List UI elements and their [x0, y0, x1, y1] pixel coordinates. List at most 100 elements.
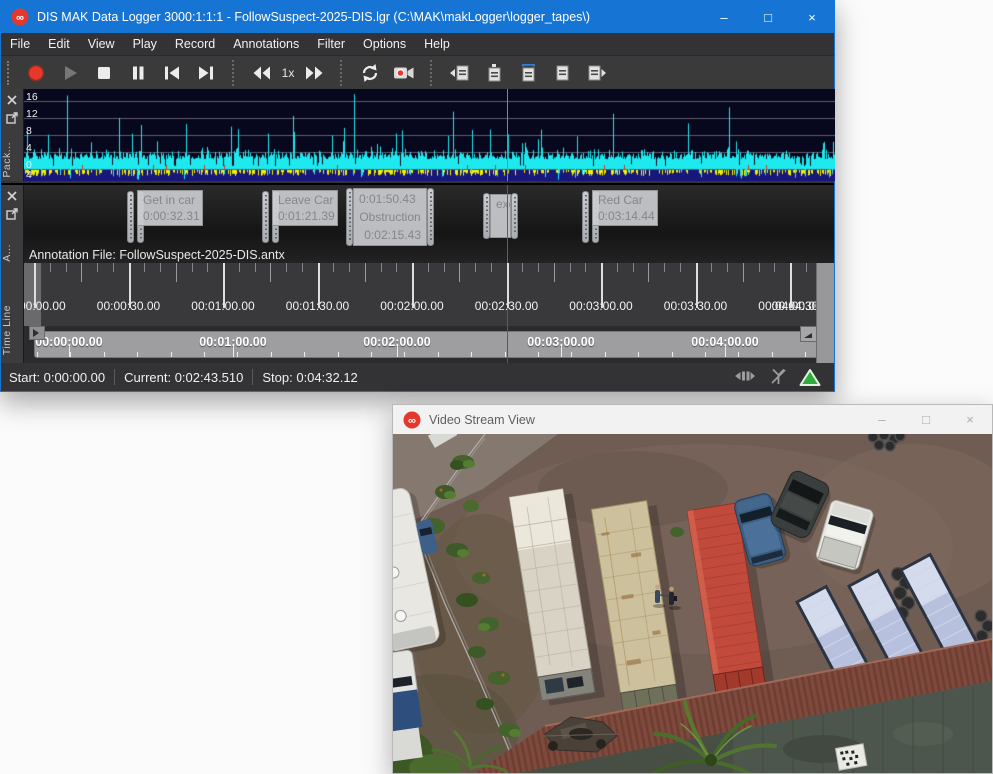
overview-tick	[271, 352, 272, 357]
ruler-tick	[302, 263, 303, 272]
annotation-pole[interactable]	[127, 191, 134, 243]
menu-view[interactable]: View	[79, 33, 124, 55]
overview-tick	[397, 346, 398, 357]
annotation-pole[interactable]	[582, 191, 589, 243]
record-video-button[interactable]	[389, 59, 419, 87]
annotation-flag[interactable]: Red Car0:03:14.44	[592, 190, 658, 226]
log-info-button[interactable]	[547, 59, 577, 87]
annotation-pole[interactable]	[346, 188, 353, 246]
timeline-overview[interactable]: 00:00:00.0000:01:00.0000:02:00.0000:03:0…	[23, 326, 834, 363]
ruler-label: 00:00:00.00	[23, 299, 79, 313]
pause-button[interactable]	[123, 59, 153, 87]
annotation-flag[interactable]: 0:01:50.43Obstruction0:02:15.43	[353, 188, 427, 246]
loop-button[interactable]	[355, 59, 385, 87]
ruler-label: 00:00:30.00	[84, 299, 174, 313]
playhead-overview[interactable]	[507, 326, 508, 363]
annotation-flag[interactable]: Leave Car0:01:21.39	[272, 190, 338, 226]
ruler-left-strip	[24, 263, 41, 326]
ruler-tick	[774, 263, 775, 272]
play-icon	[60, 63, 80, 83]
ruler-tick	[144, 263, 145, 272]
close-button[interactable]: ×	[790, 1, 834, 33]
desktop: { "icons": {"logo": "∞", "minimize": "–"…	[0, 0, 993, 774]
annotations-panel-gutter: A...	[1, 185, 24, 265]
y-axis-tick: 8	[26, 126, 32, 136]
timeline-right-strip[interactable]	[816, 263, 834, 363]
ruler-tick	[207, 263, 208, 272]
close-panel-icon[interactable]	[5, 189, 19, 203]
ruler-label: 00:01:30.00	[273, 299, 363, 313]
overview-left-handle[interactable]	[29, 326, 45, 340]
timeline-panel: 00:00:00.0000:00:30.0000:01:00.0000:01:3…	[1, 263, 834, 363]
ruler-tick	[239, 263, 240, 272]
menu-help[interactable]: Help	[415, 33, 459, 55]
no-signal-icon[interactable]	[769, 368, 788, 385]
menu-play[interactable]: Play	[124, 33, 166, 55]
current-log-button[interactable]	[513, 59, 543, 87]
annotation-pole[interactable]	[511, 193, 518, 239]
overview-tick	[538, 352, 539, 357]
status-stop: Stop: 0:04:32.12	[262, 370, 357, 385]
ruler-tick	[365, 263, 366, 282]
play-button[interactable]	[55, 59, 85, 87]
annotation-pole[interactable]	[483, 193, 490, 239]
overview-tick	[338, 352, 339, 357]
close-panel-icon[interactable]	[5, 93, 19, 107]
record-button[interactable]	[21, 59, 51, 87]
toolbar-grip[interactable]	[7, 61, 11, 85]
maximize-button[interactable]: □	[746, 1, 790, 33]
ruler-tick	[617, 263, 618, 272]
ruler-tick	[806, 263, 807, 272]
overview-tick	[37, 352, 38, 357]
status-bar: Start: 0:00:00.00 Current: 0:02:43.510 S…	[1, 363, 834, 391]
close-button[interactable]: ×	[948, 405, 992, 434]
svg-text:∞: ∞	[16, 12, 24, 24]
ruler-tick	[491, 263, 492, 272]
overview-tick	[171, 352, 172, 357]
prev-log-button[interactable]	[445, 59, 475, 87]
minimize-button[interactable]: –	[860, 405, 904, 434]
faster-button[interactable]	[299, 59, 329, 87]
ruler-tick	[522, 263, 523, 272]
skip-to-end-button[interactable]	[191, 59, 221, 87]
next-log-button[interactable]	[581, 59, 611, 87]
menu-record[interactable]: Record	[166, 33, 224, 55]
annotation-pole[interactable]	[427, 188, 434, 246]
packet-flow-icon[interactable]	[734, 368, 756, 384]
ruler-tick	[633, 263, 634, 272]
overview-tick	[561, 346, 562, 357]
overview-tick	[805, 352, 806, 357]
minimize-button[interactable]: –	[702, 1, 746, 33]
annotation-flag[interactable]: Get in car0:00:32.31	[137, 190, 203, 226]
menu-file[interactable]: File	[1, 33, 39, 55]
pause-icon	[128, 63, 148, 83]
annotation-pole[interactable]	[262, 191, 269, 243]
menu-annotations[interactable]: Annotations	[224, 33, 308, 55]
skip-to-start-button[interactable]	[157, 59, 187, 87]
logger-titlebar[interactable]: ∞ DIS MAK Data Logger 3000:1:1:1 - Follo…	[1, 1, 834, 33]
doc-icon	[551, 64, 573, 82]
menu-options[interactable]: Options	[354, 33, 415, 55]
playhead-annotations	[507, 185, 508, 265]
packet-waveform[interactable]	[23, 89, 835, 181]
playhead-waveform[interactable]	[507, 89, 508, 181]
overview-tick	[505, 352, 506, 357]
popout-panel-icon[interactable]	[5, 111, 19, 125]
overview-tick	[304, 352, 305, 357]
eject-log-button[interactable]	[479, 59, 509, 87]
menu-filter[interactable]: Filter	[308, 33, 354, 55]
menu-edit[interactable]: Edit	[39, 33, 79, 55]
logger-window: ∞ DIS MAK Data Logger 3000:1:1:1 - Follo…	[0, 0, 835, 392]
timeline-panel-label: Time Line	[1, 305, 23, 355]
ruler-tick	[270, 263, 271, 282]
ruler-tick	[396, 263, 397, 272]
maximize-button[interactable]: □	[904, 405, 948, 434]
qr-box	[835, 744, 866, 771]
popout-panel-icon[interactable]	[5, 207, 19, 221]
stop-button[interactable]	[89, 59, 119, 87]
timeline-ruler[interactable]: 00:00:00.0000:00:30.0000:01:00.0000:01:3…	[23, 263, 834, 326]
ruler-tick	[349, 263, 350, 272]
video-titlebar[interactable]: ∞ Video Stream View – □ ×	[393, 405, 992, 435]
slower-button[interactable]	[247, 59, 277, 87]
doc-eject-icon	[483, 64, 505, 82]
